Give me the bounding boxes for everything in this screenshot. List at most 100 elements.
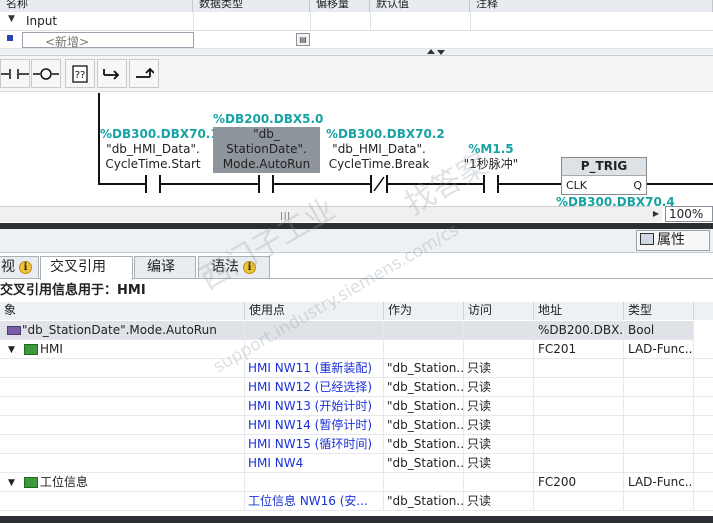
properties-button[interactable]: 属性 bbox=[636, 230, 710, 251]
col-header-default[interactable]: 默认值 bbox=[370, 0, 470, 12]
row-as: "db_Station... bbox=[384, 435, 464, 454]
status-bar bbox=[0, 516, 713, 523]
collapse-up-icon[interactable] bbox=[427, 49, 435, 54]
tab-syntax[interactable]: 语法 i bbox=[198, 256, 270, 278]
contact-3-labels[interactable]: %DB300.DBX70.2 "db_HMI_Data". CycleTime.… bbox=[326, 127, 445, 172]
table-row[interactable]: HMI NW13 (开始计时) "db_Station... 只读 bbox=[0, 397, 713, 416]
expand-down-icon[interactable] bbox=[437, 50, 445, 55]
col-header-offset[interactable]: 偏移量 bbox=[310, 0, 370, 12]
col-spacer bbox=[694, 302, 713, 320]
datatype-picker-icon[interactable]: ▤ bbox=[296, 33, 310, 46]
row-access: 只读 bbox=[464, 359, 534, 378]
table-row[interactable]: HMI NW11 (重新装配) "db_Station... 只读 bbox=[0, 359, 713, 378]
row-address bbox=[534, 454, 624, 473]
properties-label: 属性 bbox=[657, 232, 685, 248]
row-object-name: "db_StationDate".Mode.AutoRun bbox=[22, 321, 245, 340]
row-type: LAD-Func... bbox=[624, 473, 694, 492]
expand-arrow-icon[interactable]: ▼ bbox=[8, 478, 15, 488]
empty-box-button[interactable]: ?? bbox=[65, 59, 95, 88]
tag-variable-icon bbox=[7, 326, 21, 335]
collapse-triangle-icon[interactable]: ▼ bbox=[8, 14, 15, 24]
contact-1-address: %DB300.DBX70.1 bbox=[100, 127, 219, 141]
coil-button[interactable] bbox=[31, 59, 61, 88]
row-type bbox=[624, 416, 694, 435]
table-row[interactable]: "db_StationDate".Mode.AutoRun %DB200.DBX… bbox=[0, 321, 713, 340]
info-icon: i bbox=[243, 261, 256, 274]
input-section-label: Input bbox=[26, 14, 58, 28]
ptrig-box[interactable]: P_TRIG CLK Q bbox=[561, 157, 647, 195]
xref-title: 交叉引用信息用于：HMI bbox=[0, 283, 146, 298]
no-contact-icon bbox=[1, 68, 29, 79]
col-header-name[interactable]: 名称 bbox=[0, 0, 193, 12]
scroll-right-icon[interactable]: ▶ bbox=[650, 206, 662, 222]
tab-cross-reference[interactable]: 交叉引用 bbox=[40, 256, 133, 280]
col-object[interactable]: 象 bbox=[0, 302, 245, 320]
normally-open-contact-button[interactable] bbox=[0, 59, 30, 88]
row-address bbox=[534, 435, 624, 454]
col-access[interactable]: 访问 bbox=[464, 302, 534, 320]
open-branch-button[interactable] bbox=[97, 59, 127, 88]
contact-2-labels[interactable]: %DB200.DBX5.0 "db_ StationDate". Mode.Au… bbox=[213, 112, 323, 172]
contact-4-labels[interactable]: %M1.5 "1秒脉冲" bbox=[448, 142, 534, 172]
new-entry-field[interactable]: <新增> bbox=[22, 32, 194, 49]
close-branch-button[interactable] bbox=[129, 59, 159, 88]
splitter-bar[interactable] bbox=[0, 49, 713, 56]
new-entry-row[interactable]: <新增> ▤ bbox=[0, 31, 713, 49]
col-header-comment[interactable]: 注释 bbox=[470, 0, 713, 12]
close-branch-icon bbox=[136, 67, 154, 78]
row-type bbox=[624, 454, 694, 473]
divider bbox=[470, 12, 471, 31]
contact-2-symbol[interactable] bbox=[258, 175, 274, 193]
divider bbox=[310, 12, 311, 31]
row-as: "db_Station... bbox=[384, 378, 464, 397]
row-use-point bbox=[245, 321, 384, 340]
row-object-name bbox=[0, 416, 245, 435]
tab-syntax-label: 语法 bbox=[211, 259, 239, 275]
row-marker-icon bbox=[7, 35, 13, 41]
contact-4-symbol[interactable] bbox=[483, 175, 499, 193]
tab-compile[interactable]: 编译 bbox=[134, 256, 196, 278]
col-as[interactable]: 作为 bbox=[384, 302, 464, 320]
table-row[interactable]: ▼ HMI FC201 LAD-Func... bbox=[0, 340, 713, 359]
lad-network[interactable]: %DB300.DBX70.1 "db_HMI_Data". CycleTime.… bbox=[0, 93, 713, 206]
row-use-point-link[interactable]: HMI NW4 bbox=[245, 454, 384, 473]
row-as bbox=[384, 473, 464, 492]
tab-overview[interactable]: 视i bbox=[0, 256, 39, 278]
row-access: 只读 bbox=[464, 416, 534, 435]
contact-3-nc-symbol[interactable] bbox=[369, 175, 389, 193]
row-address: FC201 bbox=[534, 340, 624, 359]
input-row[interactable]: ▼ Input bbox=[0, 12, 713, 31]
contact-1-name-line1: "db_HMI_Data". bbox=[106, 142, 200, 156]
table-row[interactable]: 工位信息 NW16 (安... "db_Station... 只读 bbox=[0, 492, 713, 511]
col-use-point[interactable]: 使用点 bbox=[245, 302, 384, 320]
row-spacer bbox=[694, 321, 713, 340]
row-object-name bbox=[0, 359, 245, 378]
contact-3-name-line1: "db_HMI_Data". bbox=[332, 142, 426, 156]
expand-arrow-icon[interactable]: ▼ bbox=[8, 345, 15, 355]
svg-text:??: ?? bbox=[75, 70, 86, 81]
row-use-point-link[interactable]: 工位信息 NW16 (安... bbox=[245, 492, 384, 511]
row-use-point-link[interactable]: HMI NW15 (循环时间) bbox=[245, 435, 384, 454]
col-type[interactable]: 类型 bbox=[624, 302, 694, 320]
col-header-datatype[interactable]: 数据类型 bbox=[193, 0, 310, 12]
network-hscrollbar[interactable]: ||| bbox=[0, 206, 662, 222]
row-access bbox=[464, 321, 534, 340]
row-use-point-link[interactable]: HMI NW12 (已经选择) bbox=[245, 378, 384, 397]
table-row[interactable]: HMI NW15 (循环时间) "db_Station... 只读 bbox=[0, 435, 713, 454]
row-address bbox=[534, 378, 624, 397]
row-use-point-link[interactable]: HMI NW14 (暂停计时) bbox=[245, 416, 384, 435]
table-row[interactable]: ▼ 工位信息 FC200 LAD-Func... bbox=[0, 473, 713, 492]
row-use-point-link[interactable]: HMI NW13 (开始计时) bbox=[245, 397, 384, 416]
contact-1-labels[interactable]: %DB300.DBX70.1 "db_HMI_Data". CycleTime.… bbox=[100, 127, 219, 172]
info-icon: i bbox=[19, 261, 32, 274]
function-block-icon bbox=[24, 344, 38, 355]
col-address[interactable]: 地址 bbox=[534, 302, 624, 320]
contact-1-symbol[interactable] bbox=[145, 175, 161, 193]
table-row[interactable]: HMI NW14 (暂停计时) "db_Station... 只读 bbox=[0, 416, 713, 435]
contact-2-name-line1: "db_ bbox=[253, 127, 280, 141]
zoom-field[interactable]: 100% bbox=[665, 206, 713, 222]
table-row[interactable]: HMI NW12 (已经选择) "db_Station... 只读 bbox=[0, 378, 713, 397]
row-access bbox=[464, 340, 534, 359]
row-use-point-link[interactable]: HMI NW11 (重新装配) bbox=[245, 359, 384, 378]
table-row[interactable]: HMI NW4 "db_Station... 只读 bbox=[0, 454, 713, 473]
